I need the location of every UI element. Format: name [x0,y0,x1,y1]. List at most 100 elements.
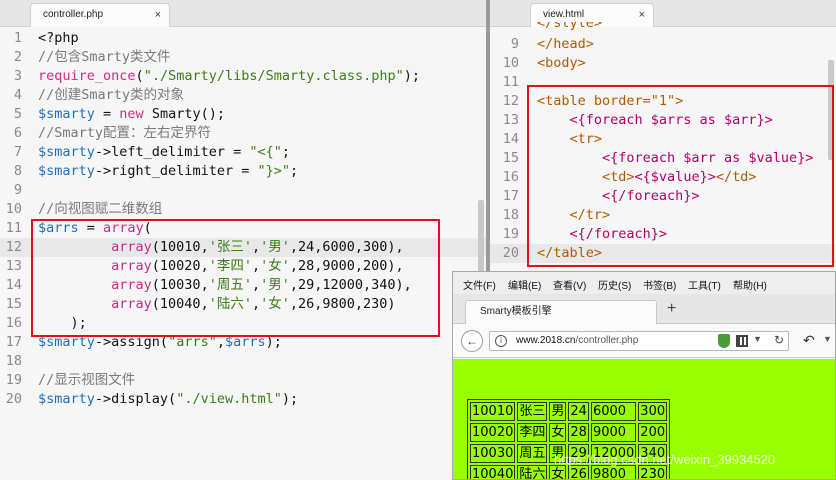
line-number: 18 [5,353,22,369]
watermark: https://blog.csdn.net/weixin_39934520 [554,452,776,467]
menu-bookmarks[interactable]: 书签(B) [643,277,676,292]
code-text: array(10010,'张三','男',24,6000,300), [111,239,404,255]
qr-code-icon[interactable] [736,335,748,347]
line-number: 1 [13,30,22,46]
tab-controller-php[interactable]: controller.php × [30,3,170,27]
code-text: $smarty->assign("arrs",$arrs); [38,334,282,350]
tab-label: controller.php [43,9,104,20]
code-text: //向视图赋二维数组 [38,201,163,217]
code-line[interactable]: 18 [0,352,486,371]
table-cell: 女 [549,423,567,442]
line-number: 20 [5,391,22,407]
code-line[interactable]: 10 <body> [490,54,836,73]
url-text: www.2018.cn/controller.php [516,335,638,346]
menu-help[interactable]: 帮助(H) [733,277,767,292]
browser-tab[interactable]: Smarty模板引擎 [465,300,657,324]
close-icon[interactable]: × [155,4,161,26]
table-cell: 300 [638,402,668,421]
url-host: www.2018.cn [516,335,576,346]
code-line[interactable]: 16 <td><{$value}></td> [490,168,836,187]
code-line[interactable]: 20 </table> [490,244,836,263]
code-text: array(10020,'李四','女',28,9000,200), [111,258,404,274]
line-number: 9 [13,182,22,198]
code-text: $smarty->right_delimiter = "}>"; [38,163,299,179]
code-area[interactable]: 1 <?php 2 //包含Smarty类文件 3 require_once("./Sma… [0,29,486,409]
code-text: require_once("./Smarty/libs/Smarty.class… [38,68,421,84]
code-line[interactable]: 18 </tr> [490,206,836,225]
new-tab-icon[interactable]: + [667,300,676,318]
menu-edit[interactable]: 编辑(E) [508,277,541,292]
table-cell: 24 [568,402,589,421]
more-icon[interactable]: ▼ [823,334,832,344]
line-number: 15 [5,296,22,312]
code-line[interactable]: 17 <{/foreach}> [490,187,836,206]
line-number: 16 [5,315,22,331]
line-number: 12 [502,93,519,109]
back-arrow-icon[interactable]: ← [461,330,483,352]
url-bar[interactable]: i www.2018.cn/controller.php ▼ ↻ [489,331,789,351]
code-line[interactable]: 15 array(10040,'陆六','女',26,9800,230) [0,295,486,314]
shield-icon[interactable] [718,334,730,348]
partial-code-line: </style> [490,22,836,34]
menu-history[interactable]: 历史(S) [598,277,631,292]
code-line[interactable]: 19 //显示视图文件 [0,371,486,390]
code-area[interactable]: 9 </head> 10 <body> 11 12 <table border="1"> 13… [490,35,836,263]
code-text: //显示视图文件 [38,372,136,388]
line-number: 7 [13,144,22,160]
code-line[interactable]: 17 $smarty->assign("arrs",$arrs); [0,333,486,352]
code-text: <table border="1"> [537,93,684,109]
code-line[interactable]: 14 <tr> [490,130,836,149]
undo-icon[interactable]: ↶ [803,332,815,349]
code-line[interactable]: 11 [490,73,836,92]
editor-tab-bar: controller.php × [0,0,486,27]
table-cell: 10030 [470,444,516,463]
code-line[interactable]: 13 array(10020,'李四','女',28,9000,200), [0,257,486,276]
code-text: <{foreach $arr as $value}> [602,150,814,166]
code-line[interactable]: 20 $smarty->display("./view.html"); [0,390,486,409]
code-line[interactable]: 3 require_once("./Smarty/libs/Smarty.clas… [0,67,486,86]
code-line[interactable]: 10 //向视图赋二维数组 [0,200,486,219]
menu-file[interactable]: 文件(F) [463,277,496,292]
code-line[interactable]: 6 //Smarty配置：左右定界符 [0,124,486,143]
line-number: 17 [5,334,22,350]
code-line[interactable]: 7 $smarty->left_delimiter = "<{"; [0,143,486,162]
code-line[interactable]: 8 $smarty->right_delimiter = "}>"; [0,162,486,181]
code-text: $smarty->left_delimiter = "<{"; [38,144,290,160]
reload-icon[interactable]: ↻ [774,333,784,347]
line-number: 9 [510,36,519,52]
table-cell: 女 [549,465,567,479]
line-number: 13 [5,258,22,274]
code-text: <tr> [569,131,603,147]
code-line[interactable]: 1 <?php [0,29,486,48]
info-icon[interactable]: i [495,335,507,347]
line-number: 12 [5,239,22,255]
code-line[interactable]: 9 [0,181,486,200]
menu-view[interactable]: 查看(V) [553,277,586,292]
code-line[interactable]: 14 array(10030,'周五','男',29,12000,340), [0,276,486,295]
code-line[interactable]: 5 $smarty = new Smarty(); [0,105,486,124]
code-text: </tr> [569,207,611,223]
line-number: 14 [502,131,519,147]
line-number: 3 [13,68,22,84]
code-line[interactable]: 15 <{foreach $arr as $value}> [490,149,836,168]
code-line[interactable]: 2 //包含Smarty类文件 [0,48,486,67]
code-text: </head> [537,36,594,52]
code-line[interactable]: 12 array(10010,'张三','男',24,6000,300), [0,238,486,257]
code-line[interactable]: 16 ); [0,314,486,333]
menu-bar: 文件(F) 编辑(E) 查看(V) 历史(S) 书签(B) 工具(T) 帮助(H… [453,272,835,294]
rendered-table: 10010 张三男 24 6000 300 10020 李四女 28 9000 200 10030 周… [467,399,671,479]
code-line[interactable]: 19 <{/foreach}> [490,225,836,244]
line-number: 16 [502,169,519,185]
code-line[interactable]: 13 <{foreach $arrs as $arr}> [490,111,836,130]
line-number: 11 [502,74,519,90]
code-line[interactable]: 4 //创建Smarty类的对象 [0,86,486,105]
line-number: 13 [502,112,519,128]
dropdown-icon[interactable]: ▼ [753,334,762,344]
scrollbar-thumb[interactable] [828,60,834,160]
code-text: //创建Smarty类的对象 [38,87,185,103]
code-line[interactable]: 11 $arrs = array( [0,219,486,238]
code-line[interactable]: 12 <table border="1"> [490,92,836,111]
menu-tools[interactable]: 工具(T) [688,277,721,292]
code-line[interactable]: 9 </head> [490,35,836,54]
editor-pane-controller: controller.php × 1 <?php 2 //包含Smarty类文件 3 re… [0,0,486,480]
